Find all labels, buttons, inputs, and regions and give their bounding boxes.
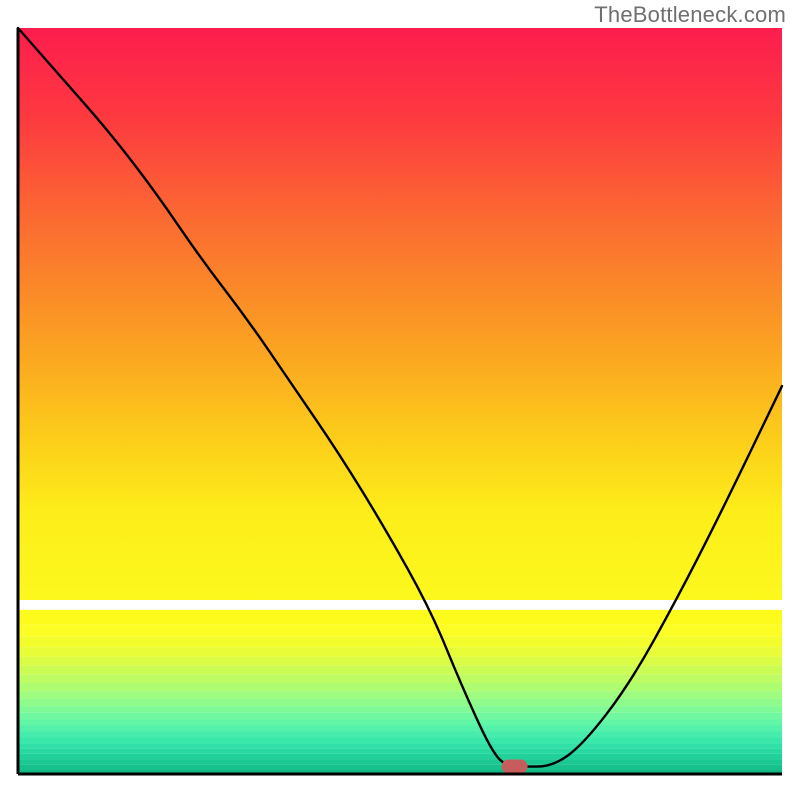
bottleneck-curve-chart	[0, 0, 800, 800]
chart-container: TheBottleneck.com	[0, 0, 800, 800]
valley-marker	[502, 760, 528, 774]
plot-area	[18, 28, 782, 774]
